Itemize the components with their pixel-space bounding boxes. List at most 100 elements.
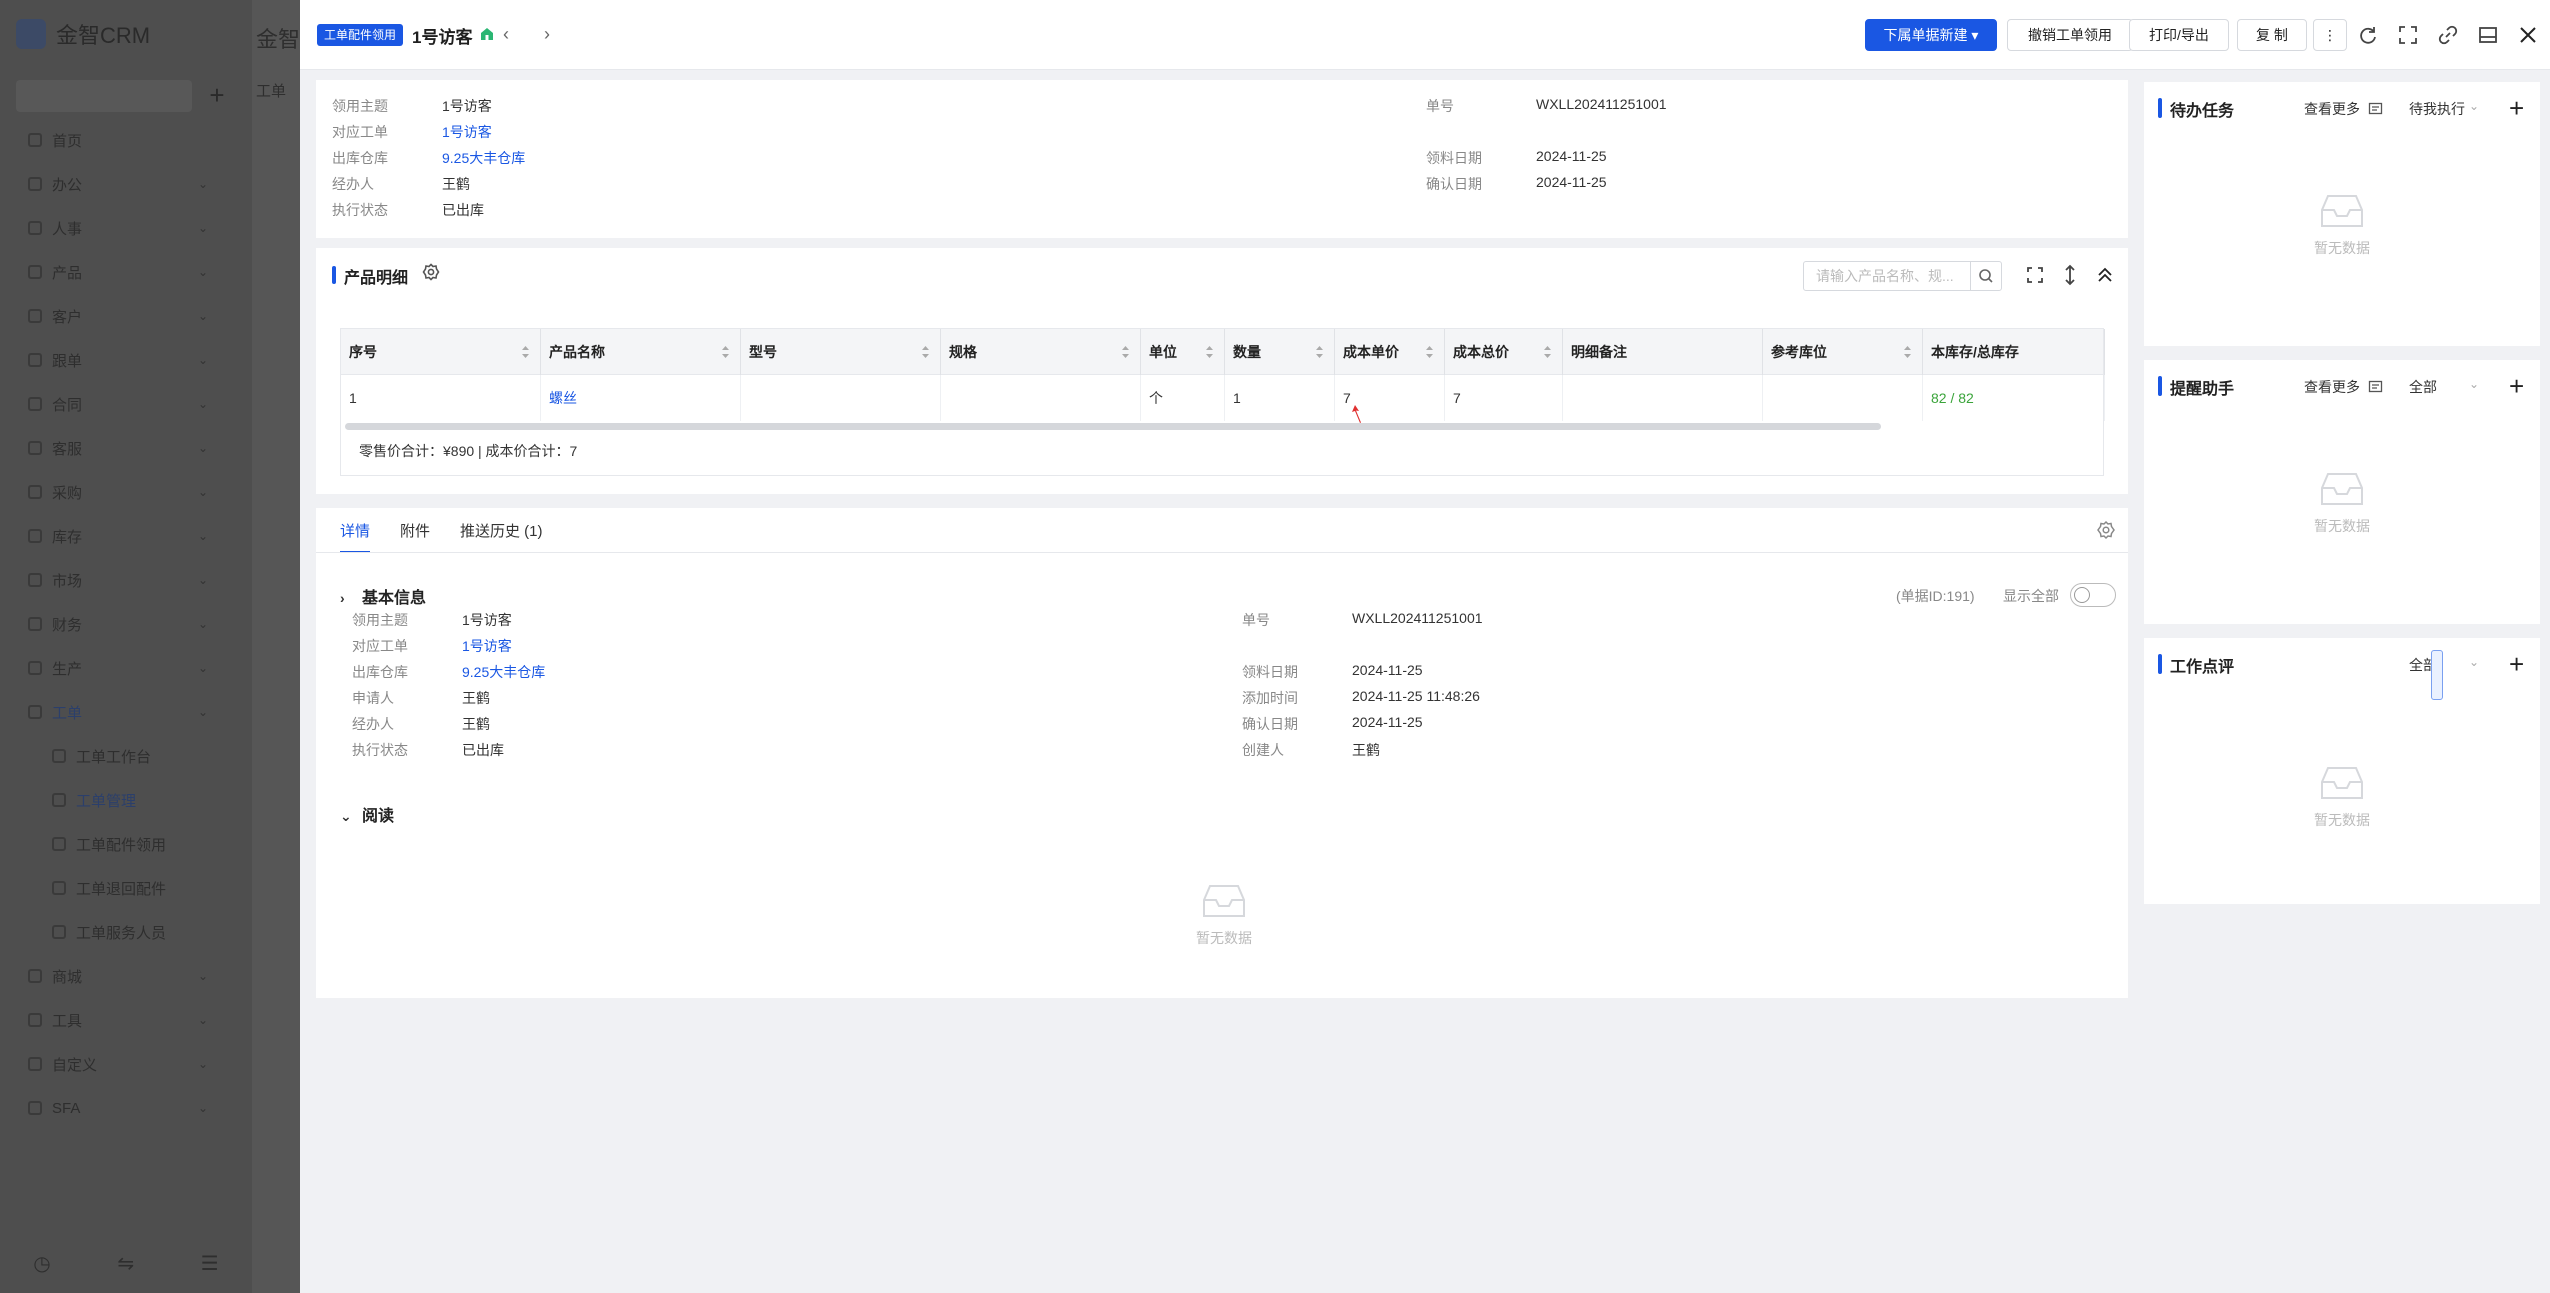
background-submenu-item: 工单退回配件 — [0, 866, 252, 910]
column-header[interactable]: 规格 — [941, 329, 1141, 375]
detail-field-label: 执行状态 — [352, 742, 408, 758]
menu-item-icon — [28, 177, 42, 191]
column-header[interactable]: 参考库位 — [1763, 329, 1923, 375]
cursor-arrow-icon — [1352, 405, 1361, 423]
table-header: 序号 产品名称 型号 规格 单位 数量 成本单价 成本总价 明细备注 参考库位 本库存/总库存 — [341, 329, 2105, 375]
logo-text: 金智CRM — [56, 23, 151, 48]
sort-icon[interactable] — [1121, 344, 1130, 360]
menu-item-icon — [52, 881, 66, 895]
next-record-icon[interactable]: › — [544, 24, 550, 45]
column-settings-icon[interactable] — [422, 263, 440, 281]
column-header[interactable]: 明细备注 — [1563, 329, 1763, 375]
empty-inbox-icon — [2321, 767, 2363, 799]
background-sidebar: 金智CRM + 首页 办公 ⌄ 人事 ⌄ 产品 ⌄ 客户 ⌄ 跟单 ⌄ 合同 ⌄ 客服 ⌄ 采购 ⌄ 库存 ⌄ 市场 ⌄… — [0, 0, 252, 1293]
sort-icon[interactable] — [1425, 344, 1434, 360]
todo-filter-select[interactable]: 待我执行 ⌄ — [2409, 99, 2479, 119]
more-actions-button[interactable]: ⋮ — [2313, 19, 2347, 51]
product-detail-title: 产品明细 — [332, 264, 408, 288]
read-section-toggle[interactable]: ⌄ 阅读 — [340, 802, 394, 826]
detail-field-value[interactable]: 1号访客 — [462, 636, 512, 656]
todo-add-button[interactable]: + — [2509, 93, 2524, 124]
sort-icon[interactable] — [721, 344, 730, 360]
menu-item-icon — [28, 397, 42, 411]
reminder-filter-select[interactable]: 全部 ⌄ — [2409, 377, 2479, 397]
table-cell[interactable]: 螺丝 — [541, 375, 741, 421]
reminder-filter-value: 全部 — [2409, 379, 2437, 395]
record-title: 1号访客 — [412, 28, 473, 47]
side-panel-collapse-handle[interactable] — [2431, 650, 2443, 700]
column-header[interactable]: 成本单价 — [1335, 329, 1445, 375]
menu-item-icon — [28, 353, 42, 367]
column-header[interactable]: 产品名称 — [541, 329, 741, 375]
menu-item-label: 采购 — [52, 484, 83, 502]
detail-settings-icon[interactable] — [2096, 520, 2116, 540]
background-menu-item: 办公 ⌄ — [0, 162, 252, 206]
tab-attachments[interactable]: 附件 — [400, 520, 430, 551]
background-menu-item: 跟单 ⌄ — [0, 338, 252, 382]
basic-info-toggle[interactable]: › 基本信息 — [340, 584, 426, 608]
menu-item-icon — [28, 661, 42, 675]
copy-button[interactable]: 复 制 — [2237, 19, 2307, 51]
horizontal-scrollbar[interactable] — [345, 423, 1881, 430]
refresh-icon[interactable] — [2357, 24, 2379, 46]
sort-icon[interactable] — [1903, 344, 1912, 360]
sort-icon[interactable] — [1315, 344, 1324, 360]
column-header-label: 本库存/总库存 — [1931, 344, 2019, 360]
column-header[interactable]: 单位 — [1141, 329, 1225, 375]
background-menu-item: SFA ⌄ — [0, 1086, 252, 1130]
sort-icon[interactable] — [1543, 344, 1552, 360]
summary-field-value[interactable]: 9.25大丰仓库 — [442, 148, 525, 168]
reminder-add-button[interactable]: + — [2509, 371, 2524, 402]
menu-item-label: 生产 — [52, 660, 83, 678]
expand-table-icon[interactable] — [2023, 263, 2047, 287]
link-icon[interactable] — [2437, 24, 2459, 46]
new-sub-document-button[interactable]: 下属单据新建 ▾ — [1865, 19, 1997, 51]
collapse-section-icon[interactable] — [2093, 263, 2117, 287]
column-header[interactable]: 型号 — [741, 329, 941, 375]
menu-item-label: 工单服务人员 — [76, 924, 167, 942]
review-add-button[interactable]: + — [2509, 649, 2524, 680]
sort-icon[interactable] — [1205, 344, 1214, 360]
card-view-icon[interactable] — [2368, 101, 2383, 116]
column-header-label: 单位 — [1149, 344, 1177, 360]
menu-item-icon — [28, 573, 42, 587]
sort-icon[interactable] — [521, 344, 530, 360]
review-empty-state: 暂无数据 — [2282, 762, 2402, 830]
column-header[interactable]: 成本总价 — [1445, 329, 1563, 375]
fullscreen-icon[interactable] — [2397, 24, 2419, 46]
show-all-toggle[interactable] — [2070, 583, 2116, 607]
summary-field-value[interactable]: 1号访客 — [442, 122, 492, 142]
row-height-icon[interactable] — [2058, 263, 2082, 287]
background-menu-item: 财务 ⌄ — [0, 602, 252, 646]
close-icon[interactable] — [2517, 24, 2539, 46]
detail-field-label: 经办人 — [352, 716, 394, 732]
reminder-more-link[interactable]: 查看更多 — [2304, 377, 2360, 397]
previous-record-icon[interactable]: ‹ — [503, 24, 509, 45]
background-main — [252, 0, 300, 1293]
todo-more-link[interactable]: 查看更多 — [2304, 99, 2360, 119]
column-header[interactable]: 数量 — [1225, 329, 1335, 375]
translate-icon: ⇋ — [117, 1252, 135, 1275]
product-search-button[interactable] — [1970, 261, 2002, 291]
dock-icon[interactable] — [2477, 24, 2499, 46]
background-menu-item: 自定义 ⌄ — [0, 1042, 252, 1086]
column-header[interactable]: 序号 — [341, 329, 541, 375]
revoke-button[interactable]: 撤销工单领用 — [2007, 19, 2133, 51]
review-filter-select[interactable]: 全部 ⌄ — [2409, 655, 2479, 675]
home-icon[interactable] — [478, 25, 496, 43]
tab-push-history[interactable]: 推送历史 (1) — [460, 520, 543, 551]
product-table: 序号 产品名称 型号 规格 单位 数量 成本单价 成本总价 明细备注 参考库位 本库存/总库存 1螺… — [340, 328, 2105, 476]
column-header-label: 数量 — [1233, 344, 1261, 360]
detail-field-value[interactable]: 9.25大丰仓库 — [462, 662, 545, 682]
print-export-button[interactable]: 打印/导出 — [2129, 19, 2229, 51]
background-menu-item: 工单 ⌄ — [0, 690, 252, 734]
summary-field-label: 出库仓库 — [332, 150, 388, 166]
tab-details[interactable]: 详情 — [340, 520, 371, 553]
column-header-label: 成本总价 — [1453, 344, 1509, 360]
column-header[interactable]: 本库存/总库存 — [1923, 329, 2105, 375]
chevron-down-icon: ⌄ — [197, 485, 208, 499]
card-view-icon[interactable] — [2368, 379, 2383, 394]
sort-icon[interactable] — [921, 344, 930, 360]
table-totals: 零售价合计：¥890 | 成本价合计：7 — [359, 443, 578, 459]
product-search-input[interactable]: 请输入产品名称、规... — [1803, 261, 1971, 291]
